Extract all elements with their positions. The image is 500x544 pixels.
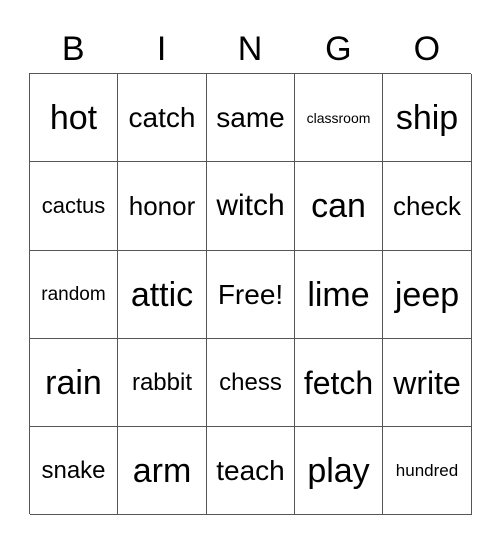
bingo-cell[interactable]: same <box>207 74 295 162</box>
bingo-cell[interactable]: witch <box>207 162 295 251</box>
bingo-cell[interactable]: chess <box>207 339 295 427</box>
bingo-cell[interactable]: rain <box>30 339 118 427</box>
bingo-cell[interactable]: attic <box>118 251 207 339</box>
bingo-cell[interactable]: hundred <box>383 427 472 515</box>
bingo-cell[interactable]: check <box>383 162 472 251</box>
bingo-cell[interactable]: honor <box>118 162 207 251</box>
bingo-cell[interactable]: play <box>295 427 383 515</box>
free-space-cell[interactable]: Free! <box>207 251 295 339</box>
header-letter-g: G <box>325 30 352 68</box>
bingo-cell[interactable]: lime <box>295 251 383 339</box>
bingo-cell[interactable]: arm <box>118 427 207 515</box>
header-letter-i: I <box>156 30 167 68</box>
bingo-cell[interactable]: classroom <box>295 74 383 162</box>
bingo-cell[interactable]: catch <box>118 74 207 162</box>
bingo-header: B I N G O <box>29 26 471 72</box>
bingo-cell[interactable]: hot <box>30 74 118 162</box>
header-letter-b: B <box>61 30 85 68</box>
bingo-grid: hot catch same classroom ship cactus hon… <box>29 73 472 515</box>
bingo-cell[interactable]: write <box>383 339 472 427</box>
bingo-cell[interactable]: fetch <box>295 339 383 427</box>
bingo-cell[interactable]: rabbit <box>118 339 207 427</box>
bingo-cell[interactable]: snake <box>30 427 118 515</box>
bingo-cell[interactable]: teach <box>207 427 295 515</box>
bingo-cell[interactable]: cactus <box>30 162 118 251</box>
header-letter-n: N <box>237 30 263 68</box>
bingo-cell[interactable]: ship <box>383 74 472 162</box>
bingo-cell[interactable]: random <box>30 251 118 339</box>
header-letter-o: O <box>413 30 441 68</box>
bingo-cell[interactable]: can <box>295 162 383 251</box>
bingo-cell[interactable]: jeep <box>383 251 472 339</box>
